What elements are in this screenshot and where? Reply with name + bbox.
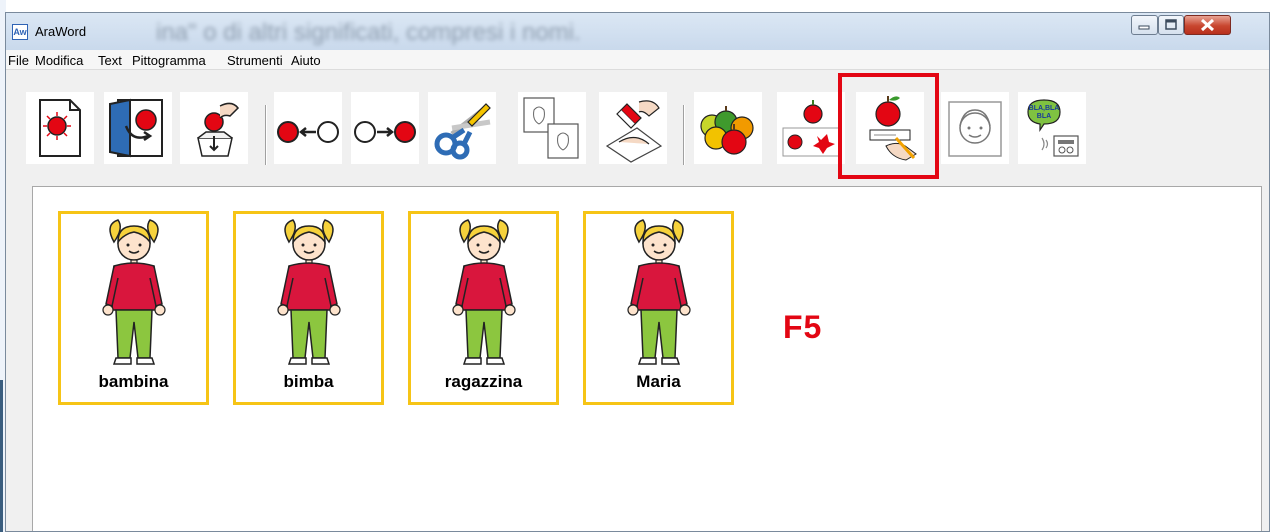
face-portrait-icon (948, 101, 1002, 157)
maximize-button[interactable] (1158, 15, 1184, 35)
girl-icon (627, 219, 691, 365)
copy-icon (523, 97, 579, 159)
scissors-icon (434, 103, 491, 160)
door-open-icon (109, 98, 163, 158)
menu-pittogramma[interactable]: Pittogramma (132, 53, 206, 68)
card-label: bimba (283, 372, 334, 391)
pictogram-card[interactable]: bambina (58, 211, 209, 405)
svg-text:BLA,BLA: BLA,BLA (1029, 105, 1060, 112)
araword-window: ina" o di altri significati, compresi i … (5, 12, 1270, 532)
cut-button[interactable] (428, 92, 496, 164)
pictogram-type-button[interactable] (941, 92, 1009, 164)
arrow-right-icon (354, 121, 416, 143)
minimize-button[interactable] (1131, 15, 1158, 35)
card-label: bambina (98, 372, 169, 391)
highlight-box (838, 73, 939, 179)
apples-icon (700, 106, 754, 155)
minimize-icon (1138, 25, 1150, 30)
araword-app-icon[interactable]: Aw (12, 24, 28, 40)
pictogram-card[interactable]: Maria (583, 211, 734, 405)
title-bar[interactable]: ina" o di altri significati, compresi i … (6, 13, 1269, 50)
toolbar-separator (683, 105, 685, 165)
girl-icon (452, 219, 516, 365)
close-icon (1200, 18, 1215, 32)
card-label: Maria (636, 372, 681, 391)
undo-button[interactable] (274, 92, 342, 164)
pictogram-card[interactable]: bimba (233, 211, 384, 405)
arrow-left-icon (277, 121, 339, 143)
close-button[interactable] (1184, 15, 1231, 35)
svg-text:BLA: BLA (1037, 113, 1051, 120)
menu-file[interactable]: File (8, 53, 29, 68)
read-text-button[interactable]: BLA,BLA BLA (1018, 92, 1086, 164)
pictogram-style-button[interactable] (777, 92, 845, 164)
girl-icon (102, 219, 166, 365)
menu-modifica[interactable]: Modifica (35, 53, 83, 68)
shortcut-annotation: F5 (783, 309, 823, 345)
paste-glue-icon (605, 100, 663, 163)
pictogram-change-button[interactable] (694, 92, 762, 164)
menu-bar: File Modifica Text Pittogramma Strumenti… (6, 50, 1269, 70)
menu-strumenti[interactable]: Strumenti (227, 53, 283, 68)
maximize-icon (1165, 19, 1177, 30)
window-title: AraWord (35, 24, 87, 39)
toolbar: BLA,BLA BLA (6, 70, 1269, 170)
desktop-edge-dark (0, 380, 3, 532)
new-document-button[interactable] (26, 92, 94, 164)
apple-variants-icon (782, 100, 840, 157)
page-red-dot-icon (39, 99, 81, 157)
open-document-button[interactable] (104, 92, 172, 164)
girl-icon (277, 219, 341, 365)
menu-aiuto[interactable]: Aiuto (291, 53, 321, 68)
pictogram-card[interactable]: ragazzina (408, 211, 559, 405)
save-box-icon (197, 102, 239, 157)
save-document-button[interactable] (180, 92, 248, 164)
paste-button[interactable] (599, 92, 667, 164)
redo-button[interactable] (351, 92, 419, 164)
speech-bla-icon: BLA,BLA BLA (1027, 99, 1079, 157)
card-label: ragazzina (444, 372, 523, 391)
document-area[interactable]: bambina bimba ragazzina Maria F5 (32, 186, 1262, 531)
menu-text[interactable]: Text (98, 53, 122, 68)
toolbar-separator (265, 105, 267, 165)
background-window-title: ina" o di altri significati, compresi i … (156, 19, 581, 46)
copy-button[interactable] (518, 92, 586, 164)
